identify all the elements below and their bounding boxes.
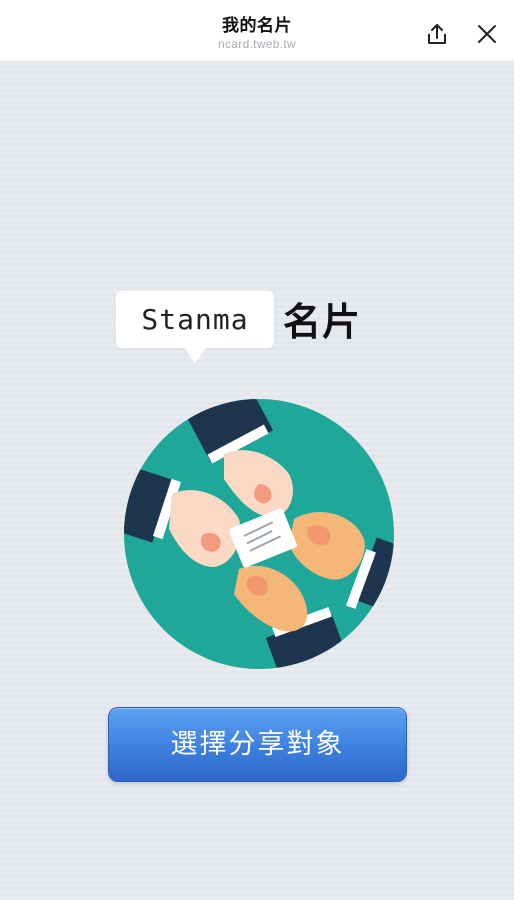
share-icon [428,24,446,44]
card-owner-name: Stanma [141,303,249,336]
close-icon [478,25,496,43]
share-button[interactable] [424,21,450,47]
header-bar: 我的名片 ncard.tweb.tw [0,0,514,62]
close-button[interactable] [474,21,500,47]
name-bubble: Stanma [116,291,274,348]
bubble-tail [183,346,207,363]
choose-share-target-button[interactable]: 選擇分享對象 [108,707,407,782]
card-heading-suffix: 名片 [283,300,362,344]
business-card-exchange-illustration [124,399,394,669]
